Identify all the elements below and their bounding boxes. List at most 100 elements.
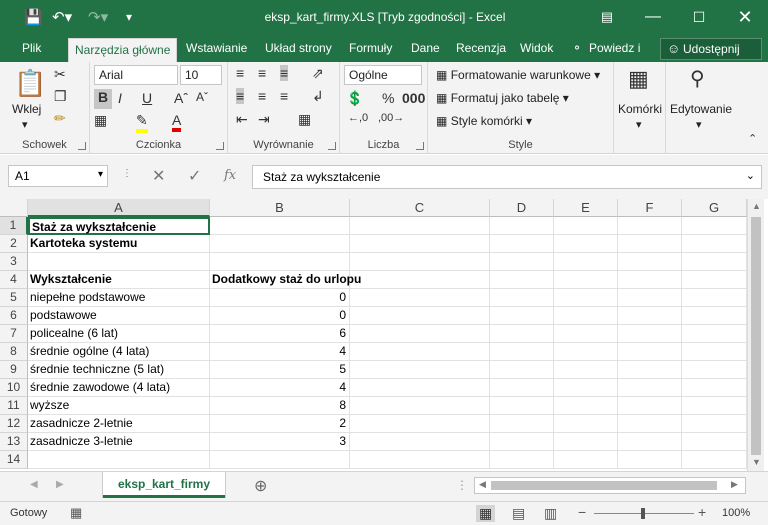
- cell-empty[interactable]: [490, 451, 554, 469]
- orientation-icon[interactable]: ⇗: [312, 65, 324, 82]
- merge-center-icon[interactable]: ▦: [298, 111, 311, 128]
- col-header-d[interactable]: D: [490, 199, 554, 217]
- font-launcher-icon[interactable]: [216, 142, 224, 150]
- cell-empty[interactable]: [618, 397, 682, 415]
- cell-empty[interactable]: [350, 361, 490, 379]
- row-header[interactable]: 5: [0, 289, 28, 307]
- sheet-tab-active[interactable]: eksp_kart_firmy: [103, 472, 225, 498]
- cell-a[interactable]: średnie ogólne (4 lata): [28, 343, 210, 361]
- formula-input[interactable]: Staż za wykształcenie ⌄: [252, 165, 762, 189]
- cell-empty[interactable]: [554, 307, 618, 325]
- prev-sheet-icon[interactable]: ◀: [30, 479, 38, 490]
- borders-icon[interactable]: ▦: [94, 112, 107, 129]
- cell-empty[interactable]: [490, 235, 554, 253]
- tab-insert[interactable]: Wstawianie: [186, 41, 247, 55]
- decrease-decimal-icon[interactable]: ,00→: [378, 112, 404, 124]
- cell-a-selected[interactable]: Staż za wykształcenie: [28, 217, 210, 235]
- cell-styles-button[interactable]: ▦ Style komórki ▾: [436, 114, 532, 128]
- cell-empty[interactable]: [554, 289, 618, 307]
- cell-b[interactable]: [210, 253, 350, 271]
- increase-indent-icon[interactable]: ⇥: [258, 111, 270, 128]
- conditional-format-button[interactable]: ▦ Formatowanie warunkowe ▾: [436, 68, 600, 82]
- cell-empty[interactable]: [350, 397, 490, 415]
- worksheet-grid[interactable]: A B C D E F G 1 Staż za wykształcenie 2 Kar…: [0, 199, 768, 471]
- vertical-scrollbar[interactable]: ▲ ▼: [747, 199, 764, 471]
- col-header-g[interactable]: G: [682, 199, 747, 217]
- cell-empty[interactable]: [554, 343, 618, 361]
- customize-qat-icon[interactable]: ▾: [126, 10, 132, 24]
- cell-empty[interactable]: [618, 379, 682, 397]
- align-left-icon[interactable]: ≡: [236, 88, 245, 104]
- cell-b[interactable]: 2: [210, 415, 350, 433]
- cell-empty[interactable]: [350, 289, 490, 307]
- cell-empty[interactable]: [682, 451, 747, 469]
- cell-empty[interactable]: [554, 361, 618, 379]
- cells-icon[interactable]: ▦: [628, 66, 649, 92]
- row-header[interactable]: 12: [0, 415, 28, 433]
- scroll-down-icon[interactable]: ▼: [752, 457, 761, 467]
- cell-empty[interactable]: [350, 415, 490, 433]
- paste-dropdown-icon[interactable]: ▾: [22, 118, 28, 131]
- insert-function-icon[interactable]: fx: [224, 168, 236, 183]
- alignment-launcher-icon[interactable]: [328, 142, 336, 150]
- cell-empty[interactable]: [682, 343, 747, 361]
- scroll-right-icon[interactable]: ▶: [731, 479, 738, 490]
- cell-b[interactable]: [210, 451, 350, 469]
- cell-a[interactable]: policealne (6 lat): [28, 325, 210, 343]
- cell-b[interactable]: 6: [210, 325, 350, 343]
- cell-empty[interactable]: [490, 379, 554, 397]
- cell-a[interactable]: [28, 451, 210, 469]
- row-header[interactable]: 6: [0, 307, 28, 325]
- wrap-text-icon[interactable]: ↲: [312, 88, 324, 105]
- row-header[interactable]: 4: [0, 271, 28, 289]
- row-header[interactable]: 8: [0, 343, 28, 361]
- cell-a[interactable]: [28, 253, 210, 271]
- cell-empty[interactable]: [618, 325, 682, 343]
- number-format-select[interactable]: Ogólne: [344, 65, 422, 85]
- cell-b[interactable]: 8: [210, 397, 350, 415]
- cell-empty[interactable]: [490, 343, 554, 361]
- align-right-icon[interactable]: ≡: [280, 88, 288, 104]
- zoom-level[interactable]: 100%: [722, 507, 750, 519]
- col-header-f[interactable]: F: [618, 199, 682, 217]
- grow-font-icon[interactable]: Aˆ: [174, 90, 188, 106]
- minimize-button[interactable]: —: [630, 0, 676, 36]
- save-icon[interactable]: 💾: [24, 8, 43, 26]
- zoom-out-icon[interactable]: −: [578, 504, 586, 520]
- cell-empty[interactable]: [682, 217, 747, 235]
- cut-icon[interactable]: ✂: [54, 66, 66, 83]
- percent-style-icon[interactable]: %: [382, 90, 394, 106]
- align-bottom-icon[interactable]: ≡: [280, 65, 289, 81]
- row-header[interactable]: 2: [0, 235, 28, 253]
- editing-button[interactable]: Edytowanie: [670, 102, 732, 116]
- fill-color-icon[interactable]: ✎: [136, 112, 148, 133]
- cell-empty[interactable]: [350, 217, 490, 235]
- cell-empty[interactable]: [554, 397, 618, 415]
- cell-b[interactable]: 5: [210, 361, 350, 379]
- enter-icon[interactable]: ✓: [188, 166, 201, 186]
- cell-empty[interactable]: [682, 379, 747, 397]
- comma-style-icon[interactable]: 000: [402, 90, 425, 106]
- tell-me-input[interactable]: Powiedz i: [589, 41, 640, 55]
- increase-decimal-icon[interactable]: ←,0: [348, 112, 368, 124]
- cell-empty[interactable]: [350, 433, 490, 451]
- horizontal-scrollbar[interactable]: ◀ ▶: [474, 477, 746, 494]
- scroll-up-icon[interactable]: ▲: [752, 201, 761, 211]
- cell-empty[interactable]: [490, 361, 554, 379]
- cell-empty[interactable]: [682, 235, 747, 253]
- search-icon[interactable]: ⚲: [690, 66, 705, 91]
- cell-empty[interactable]: [490, 289, 554, 307]
- cell-empty[interactable]: [554, 433, 618, 451]
- cell-empty[interactable]: [682, 325, 747, 343]
- page-layout-view-icon[interactable]: ▤: [512, 505, 525, 522]
- cell-empty[interactable]: [618, 307, 682, 325]
- col-header-e[interactable]: E: [554, 199, 618, 217]
- tab-file[interactable]: Plik: [22, 41, 41, 55]
- undo-icon[interactable]: ↶▾: [52, 8, 72, 26]
- paste-icon[interactable]: 📋: [14, 68, 46, 99]
- name-box[interactable]: A1 ▾: [8, 165, 108, 187]
- cell-empty[interactable]: [682, 433, 747, 451]
- cells-button[interactable]: Komórki: [618, 102, 662, 116]
- font-color-icon[interactable]: A: [172, 112, 182, 132]
- row-header[interactable]: 3: [0, 253, 28, 271]
